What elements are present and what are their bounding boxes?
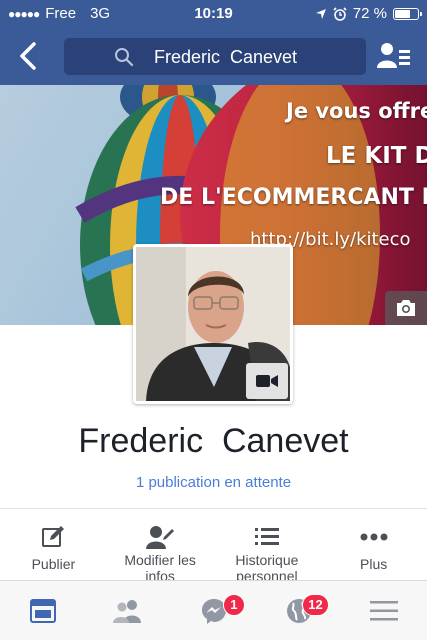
activity-log-button[interactable]: Historique personnel (214, 522, 321, 580)
notifications-badge: 12 (302, 594, 329, 616)
messenger-badge: 1 (222, 594, 245, 616)
publish-button[interactable]: Publier (0, 522, 107, 580)
profile-screen: ●●●●● Free 3G 10:19 72 % Frederic Caneve… (0, 0, 427, 640)
edit-cover-button[interactable] (385, 291, 427, 325)
list-icon (254, 528, 279, 545)
cover-text-line-2: LE KIT DE (326, 143, 427, 169)
battery-percentage: 72 % (352, 5, 387, 22)
tab-menu[interactable] (342, 581, 427, 640)
news-feed-icon (29, 598, 56, 623)
compose-icon (42, 526, 65, 547)
tab-news-feed[interactable] (0, 581, 85, 640)
pending-posts-link[interactable]: 1 publication en attente (0, 474, 427, 491)
status-bar: ●●●●● Free 3G 10:19 72 % (0, 0, 427, 28)
friend-requests-icon[interactable] (377, 42, 411, 70)
tab-messenger[interactable]: 1 (171, 581, 256, 640)
tab-friends[interactable] (85, 581, 170, 640)
alarm-icon (333, 6, 347, 21)
location-arrow-icon (315, 8, 326, 19)
cover-text-line-3: DE L'ECOMMERCANT DÉ (160, 185, 427, 210)
activity-log-label: Historique personnel (235, 552, 299, 580)
back-chevron-icon[interactable] (14, 40, 44, 72)
more-button[interactable]: Plus (320, 522, 427, 580)
profile-actions: Publier Modifier les infos Historique pe… (0, 522, 427, 580)
search-query: Frederic Canevet (154, 47, 298, 67)
battery-icon (393, 7, 422, 20)
publish-label: Publier (31, 556, 76, 572)
edit-info-button[interactable]: Modifier les infos (107, 522, 214, 580)
profile-name: Frederic Canevet (78, 422, 349, 460)
more-label: Plus (360, 556, 388, 572)
cover-text-line-1: Je vous offre n (286, 99, 427, 123)
friends-icon (113, 599, 142, 623)
search-icon (115, 48, 134, 67)
search-field[interactable]: Frederic Canevet (64, 38, 366, 75)
profile-picture[interactable] (133, 244, 293, 404)
edit-info-label: Modifier les infos (124, 552, 196, 580)
video-camera-icon (256, 375, 278, 387)
more-icon (360, 533, 388, 541)
edit-profile-icon (146, 526, 175, 549)
tab-bar: 1 12 (0, 580, 427, 640)
navigation-bar: Frederic Canevet (0, 28, 427, 85)
profile-photo (136, 247, 290, 401)
menu-icon (370, 600, 399, 620)
camera-icon (397, 300, 415, 316)
profile-video-button[interactable] (246, 363, 288, 399)
divider (0, 508, 427, 509)
tab-notifications[interactable]: 12 (256, 581, 341, 640)
